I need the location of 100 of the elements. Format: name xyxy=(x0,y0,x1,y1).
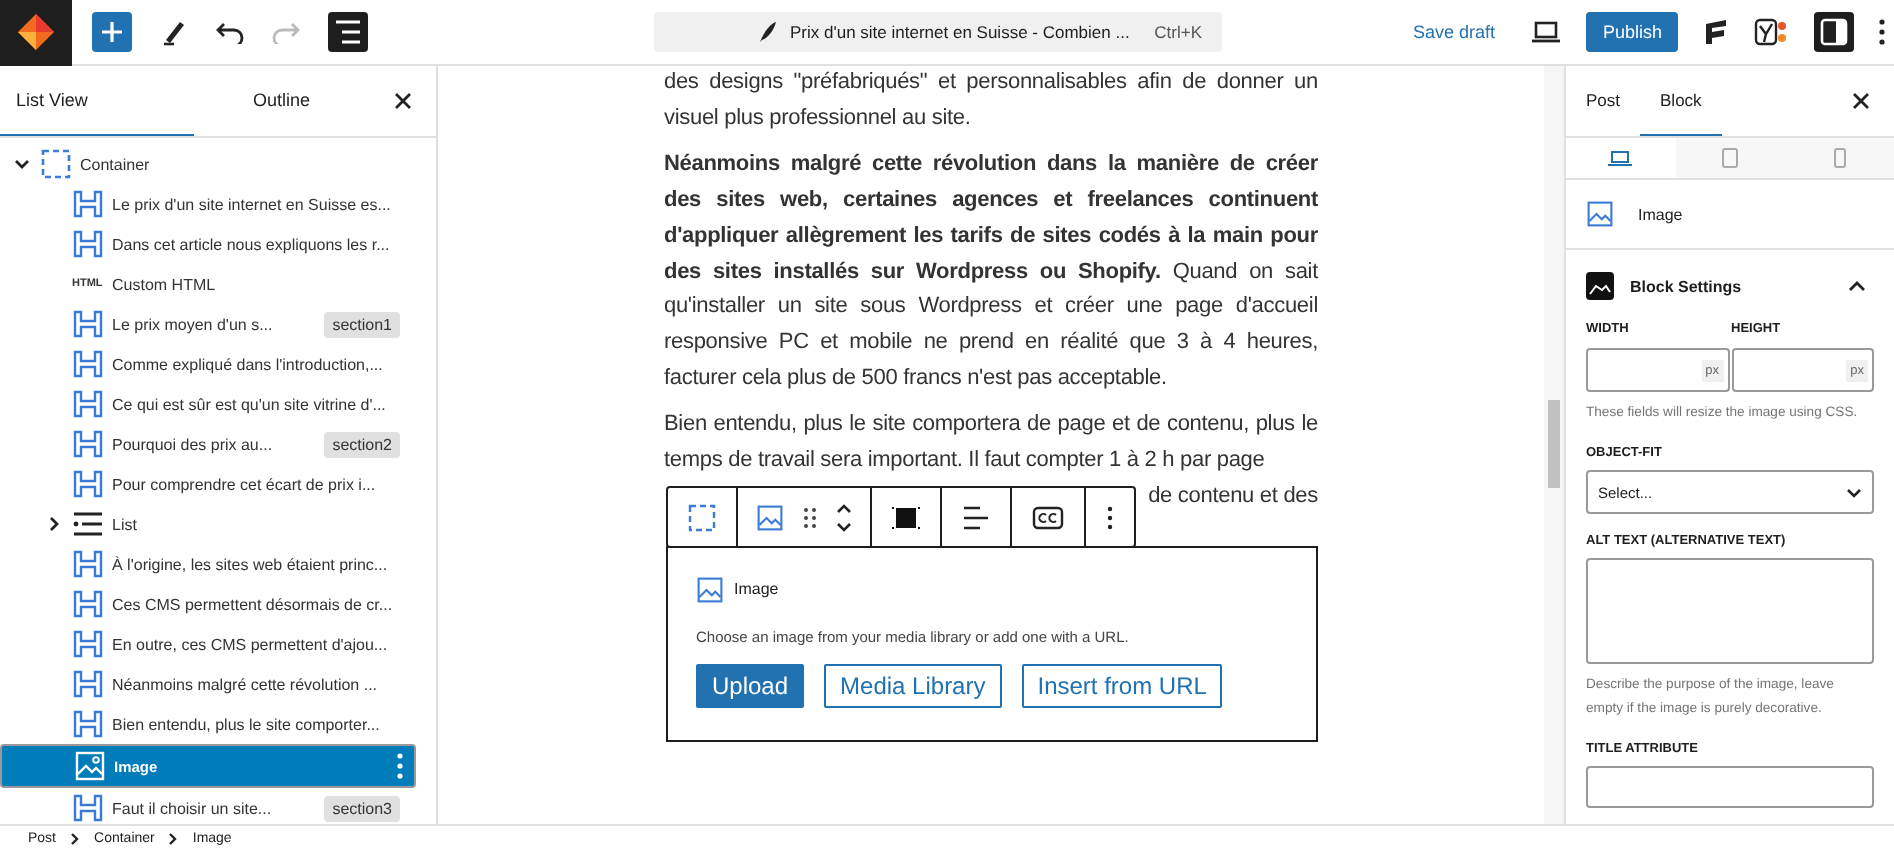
close-icon[interactable] xyxy=(1852,92,1870,110)
select-parent-icon[interactable] xyxy=(688,503,716,531)
anchor-tag: section3 xyxy=(324,795,400,821)
panel-tab[interactable]: List View xyxy=(0,66,193,136)
chevron-icon xyxy=(1848,280,1866,292)
media-button[interactable]: Insert from URL xyxy=(1021,663,1223,708)
move-arrows-icon[interactable] xyxy=(836,501,852,533)
item-label: À l'origine, les sites web étaient princ... xyxy=(112,555,390,573)
item-label: Faut il choisir un site... xyxy=(112,799,274,817)
list-view-item[interactable]: Pour comprendre cet écart de prix i... xyxy=(0,464,416,504)
list-view-button[interactable] xyxy=(328,12,368,52)
list-view-item[interactable]: Dans cet article nous expliquons les r... xyxy=(0,224,416,264)
list-view-item[interactable]: Faut il choisir un site... section3 xyxy=(0,788,416,828)
panel-tab[interactable]: Outline xyxy=(193,66,370,136)
panel-header[interactable]: Block Settings xyxy=(1586,250,1874,322)
chevron-icon[interactable] xyxy=(46,516,62,532)
drag-handle-icon[interactable] xyxy=(804,507,816,527)
heading-icon xyxy=(72,388,104,420)
chevron-icon[interactable] xyxy=(14,156,30,172)
list-view-item[interactable]: Le prix d'un site internet en Suisse es... xyxy=(0,184,416,224)
chevron-icon xyxy=(168,831,179,845)
chevron-icon xyxy=(70,831,81,845)
more-icon[interactable] xyxy=(1878,18,1886,46)
list-icon xyxy=(72,508,104,540)
feather-icon xyxy=(758,20,778,44)
chevron-down-icon xyxy=(1846,487,1862,497)
image-icon xyxy=(696,575,724,604)
list-view-icon xyxy=(334,20,362,44)
list-view-item[interactable]: À l'origine, les sites web étaient princ... xyxy=(0,544,416,584)
item-label: List xyxy=(112,515,139,533)
item-label: En outre, ces CMS permettent d'ajou... xyxy=(112,635,390,653)
undo-icon[interactable] xyxy=(216,20,244,44)
item-label: Dans cet article nous expliquons les r... xyxy=(112,235,392,253)
sidebar-icon xyxy=(1820,18,1848,46)
plus-icon xyxy=(100,20,124,44)
align-icon[interactable] xyxy=(962,505,990,529)
heading-icon xyxy=(72,188,104,220)
list-view-item[interactable]: Pourquoi des prix au... section2 xyxy=(0,424,416,464)
heading-icon xyxy=(72,548,104,580)
sidebar-tab[interactable]: Block xyxy=(1640,66,1722,136)
paragraph: Néanmoins malgré cette révolution dans la manière de créer des sites web, certaines agences et freelances continuent d'appliquer allègrement les tarifs de sites codés à la main pour des sites installés sur Wordpress ou Shopify. Quand on sait qu'installer un site sous Wordpress et créer une page d'accueil responsive PC et mobile ne prend en réalité que 3 à 4 heures, facturer cela plus de 500 francs n'est pas acceptable. xyxy=(664,150,1318,394)
item-label: Le prix d'un site internet en Suisse es... xyxy=(112,195,393,213)
image-icon xyxy=(74,750,106,782)
save-draft-button[interactable]: Save draft xyxy=(1412,22,1495,42)
item-label: Comme expliqué dans l'introduction,... xyxy=(112,355,385,373)
heading-icon xyxy=(72,708,104,740)
heading-icon xyxy=(72,348,104,380)
laptop-icon[interactable] xyxy=(1530,20,1563,44)
list-view-item[interactable]: Néanmoins malgré cette révolution ... xyxy=(0,664,416,704)
list-view-item[interactable]: Container xyxy=(0,144,416,184)
pen-icon[interactable] xyxy=(160,18,188,46)
list-view-item[interactable]: List xyxy=(0,504,416,544)
heading-icon xyxy=(72,668,104,700)
plugin-icon[interactable] xyxy=(1702,18,1730,46)
heading-icon xyxy=(72,428,104,460)
media-button[interactable]: Upload xyxy=(696,663,805,708)
list-view-item[interactable]: Ce qui est sûr est qu'un site vitrine d'... xyxy=(0,384,416,424)
scrollbar[interactable] xyxy=(1544,66,1564,824)
item-label: Le prix moyen d'un s... xyxy=(112,315,275,333)
title-attribute-field[interactable] xyxy=(1586,766,1874,808)
item-label: Ce qui est sûr est qu'un site vitrine d'... xyxy=(112,395,388,413)
tablet-icon xyxy=(1722,148,1738,168)
anchor-tag: section1 xyxy=(324,311,400,337)
list-view-item[interactable]: Ces CMS permettent désormais de cr... xyxy=(0,584,416,624)
image-icon xyxy=(1586,200,1614,228)
phone-icon xyxy=(1833,148,1846,168)
settings-button[interactable] xyxy=(1814,12,1854,52)
item-label: Pourquoi des prix au... xyxy=(112,435,275,453)
list-view-item[interactable]: En outre, ces CMS permettent d'ajou... xyxy=(0,624,416,664)
list-view-item[interactable]: Comme expliqué dans l'introduction,... xyxy=(0,344,416,384)
heading-icon xyxy=(72,628,104,660)
media-button[interactable]: Media Library xyxy=(824,663,1002,708)
caption-icon[interactable] xyxy=(1032,505,1064,529)
full-width-icon[interactable] xyxy=(892,503,920,531)
item-label: Pour comprendre cet écart de prix i... xyxy=(112,475,378,493)
publish-button[interactable]: Publish xyxy=(1586,12,1678,52)
site-logo[interactable] xyxy=(0,0,72,65)
heading-icon xyxy=(72,228,104,260)
item-label: Container xyxy=(80,155,152,173)
diamond-logo-icon xyxy=(16,12,56,52)
scroll-thumb[interactable] xyxy=(1548,400,1560,488)
add-block-button[interactable] xyxy=(92,12,132,52)
seo-plugin-icon[interactable] xyxy=(1754,18,1790,46)
more-options-icon[interactable] xyxy=(1106,505,1114,529)
command-bar[interactable]: Prix d'un site internet en Suisse - Combien ... Ctrl+K xyxy=(654,12,1222,52)
image-icon[interactable] xyxy=(756,503,784,531)
sidebar-tab[interactable]: Post xyxy=(1566,66,1641,136)
paragraph: des designs "préfabriqués" et personnalisables afin de donner un visuel plus professionnel au site. xyxy=(664,68,1318,134)
alt-text-field[interactable] xyxy=(1586,558,1874,664)
close-icon[interactable] xyxy=(394,92,412,110)
list-view-item[interactable]: Bien entendu, plus le site comporter... xyxy=(0,704,416,744)
list-view-item[interactable]: Le prix moyen d'un s... section1 xyxy=(0,304,416,344)
heading-icon xyxy=(72,308,104,340)
paragraph-fragment: de contenu et des xyxy=(1148,481,1318,512)
item-label: Custom HTML xyxy=(112,275,218,293)
item-label: Néanmoins malgré cette révolution ... xyxy=(112,675,380,693)
item-label: Ces CMS permettent désormais de cr... xyxy=(112,595,395,613)
image-settings-icon xyxy=(1586,272,1614,300)
heading-icon xyxy=(72,588,104,620)
heading-icon xyxy=(72,792,104,824)
